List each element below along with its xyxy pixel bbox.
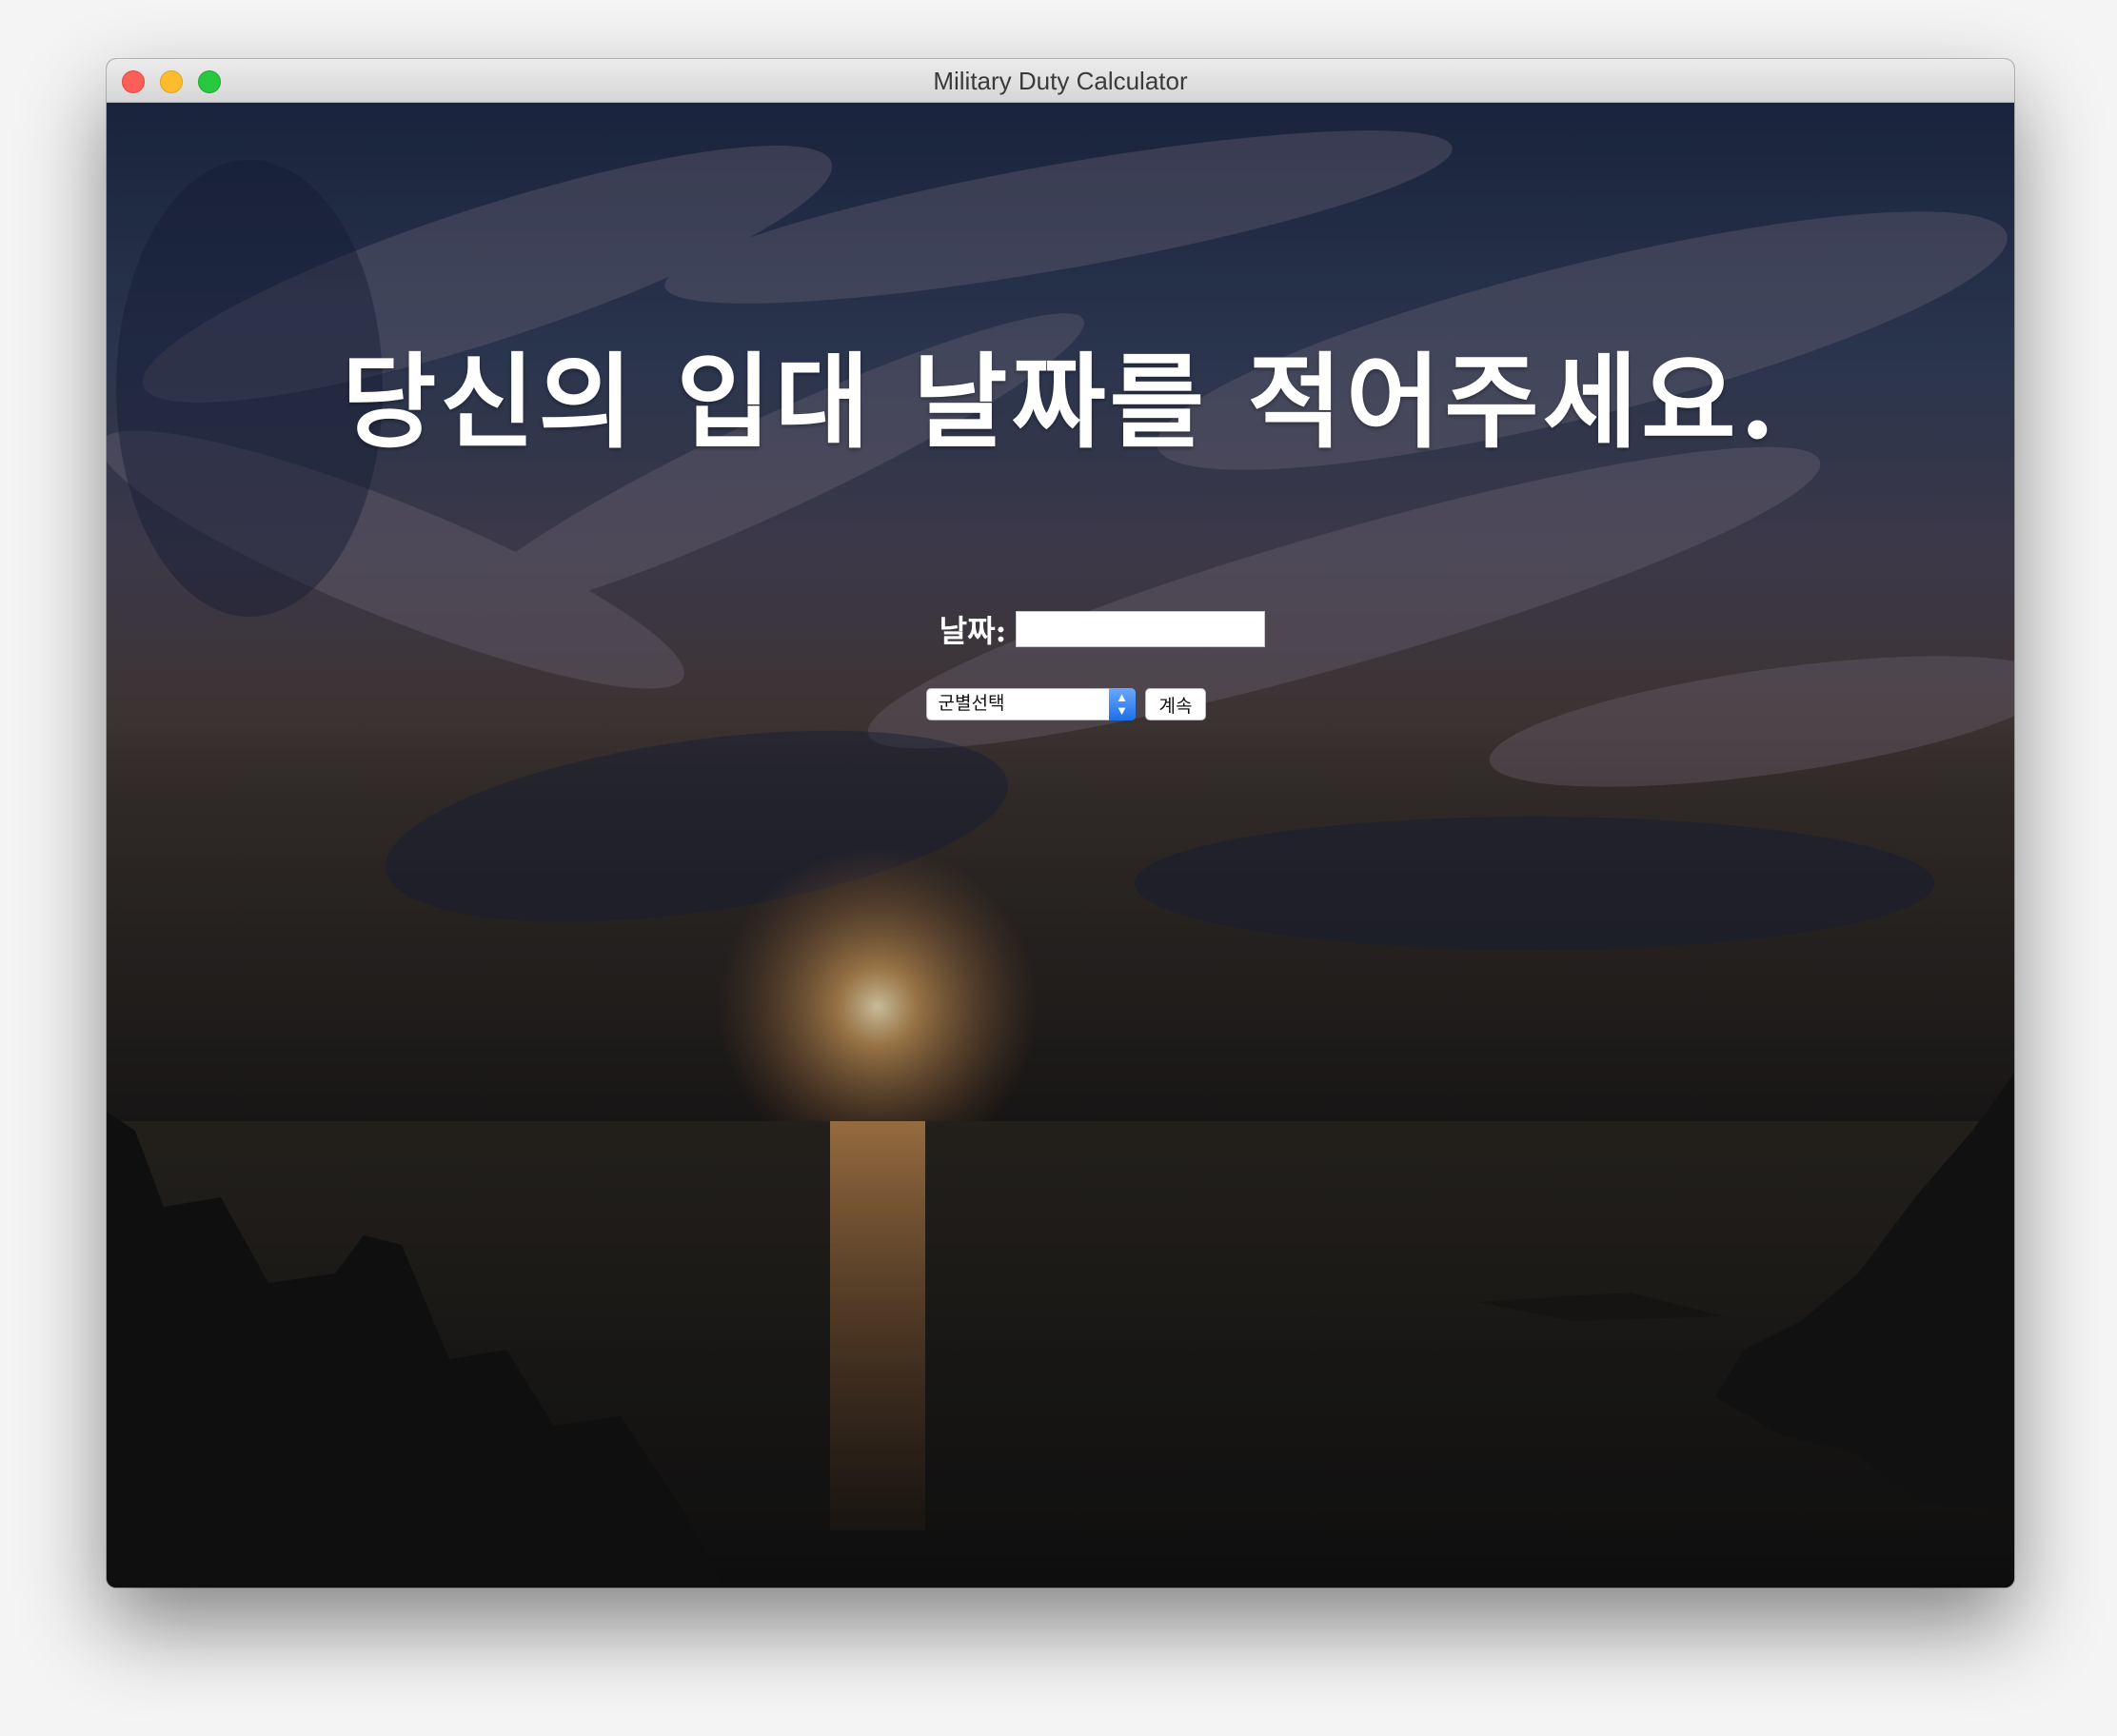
branch-select-value: 군별선택 bbox=[938, 694, 1005, 714]
branch-select[interactable]: 군별선택 ▲ ▼ bbox=[925, 688, 1136, 720]
date-input[interactable] bbox=[1016, 611, 1266, 647]
control-row: 군별선택 ▲ ▼ 계속 bbox=[107, 687, 2014, 721]
chevron-up-down-icon: ▲ ▼ bbox=[1108, 688, 1136, 720]
date-label: 날짜: bbox=[939, 613, 1007, 649]
desktop: Military Duty Calculator 당신의 입대 날짜를 적어주세… bbox=[0, 0, 2117, 1736]
title-bar[interactable]: Military Duty Calculator bbox=[107, 59, 2014, 103]
main-content: 당신의 입대 날짜를 적어주세요. 날짜: 군별선택 ▲ ▼ 계속 bbox=[107, 103, 2014, 1588]
app-window: Military Duty Calculator 당신의 입대 날짜를 적어주세… bbox=[107, 59, 2014, 1588]
continue-button[interactable]: 계속 bbox=[1144, 688, 1207, 720]
window-title: Military Duty Calculator bbox=[933, 67, 1188, 95]
date-row: 날짜: bbox=[107, 609, 2014, 649]
page-heading: 당신의 입대 날짜를 적어주세요. bbox=[341, 343, 1780, 463]
